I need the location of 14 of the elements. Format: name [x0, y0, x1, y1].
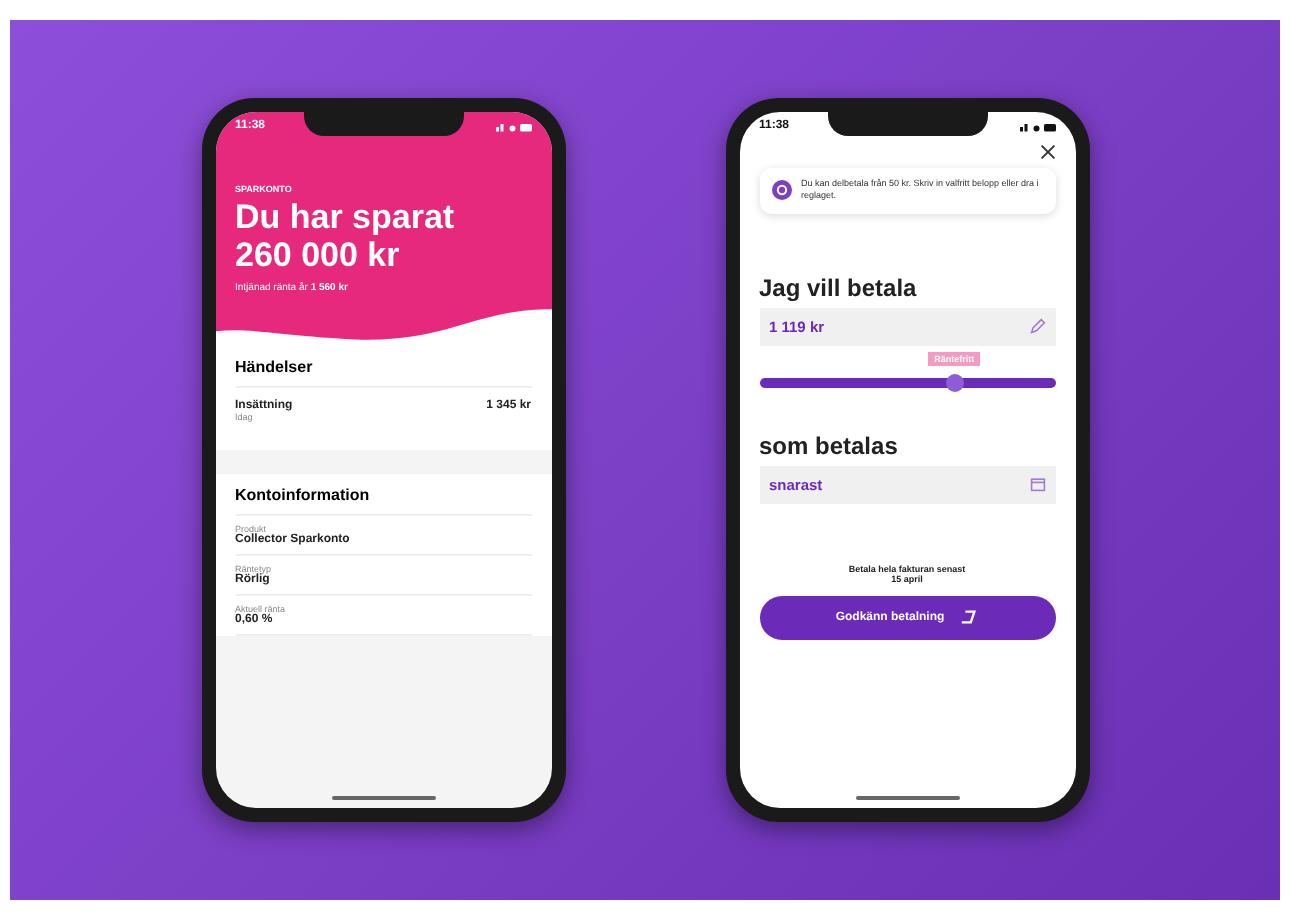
section-title: Kontoinformation [235, 474, 531, 517]
pencil-icon [1029, 318, 1045, 335]
status-icons-icon [1019, 121, 1055, 131]
calendar-icon [1029, 476, 1045, 493]
section-title: Händelser [235, 346, 531, 389]
status-icons-icon [495, 121, 531, 131]
home-indicator [331, 796, 435, 800]
close-icon[interactable] [1039, 144, 1055, 160]
home-indicator [855, 796, 959, 800]
savings-heading: Du har sparat 260 000 kr [235, 200, 455, 275]
payment-date-heading: som betalas [759, 431, 900, 460]
info-badge-icon [771, 180, 791, 201]
slider-thumb[interactable] [945, 373, 964, 392]
amount-heading: Jag vill betala [759, 273, 919, 302]
